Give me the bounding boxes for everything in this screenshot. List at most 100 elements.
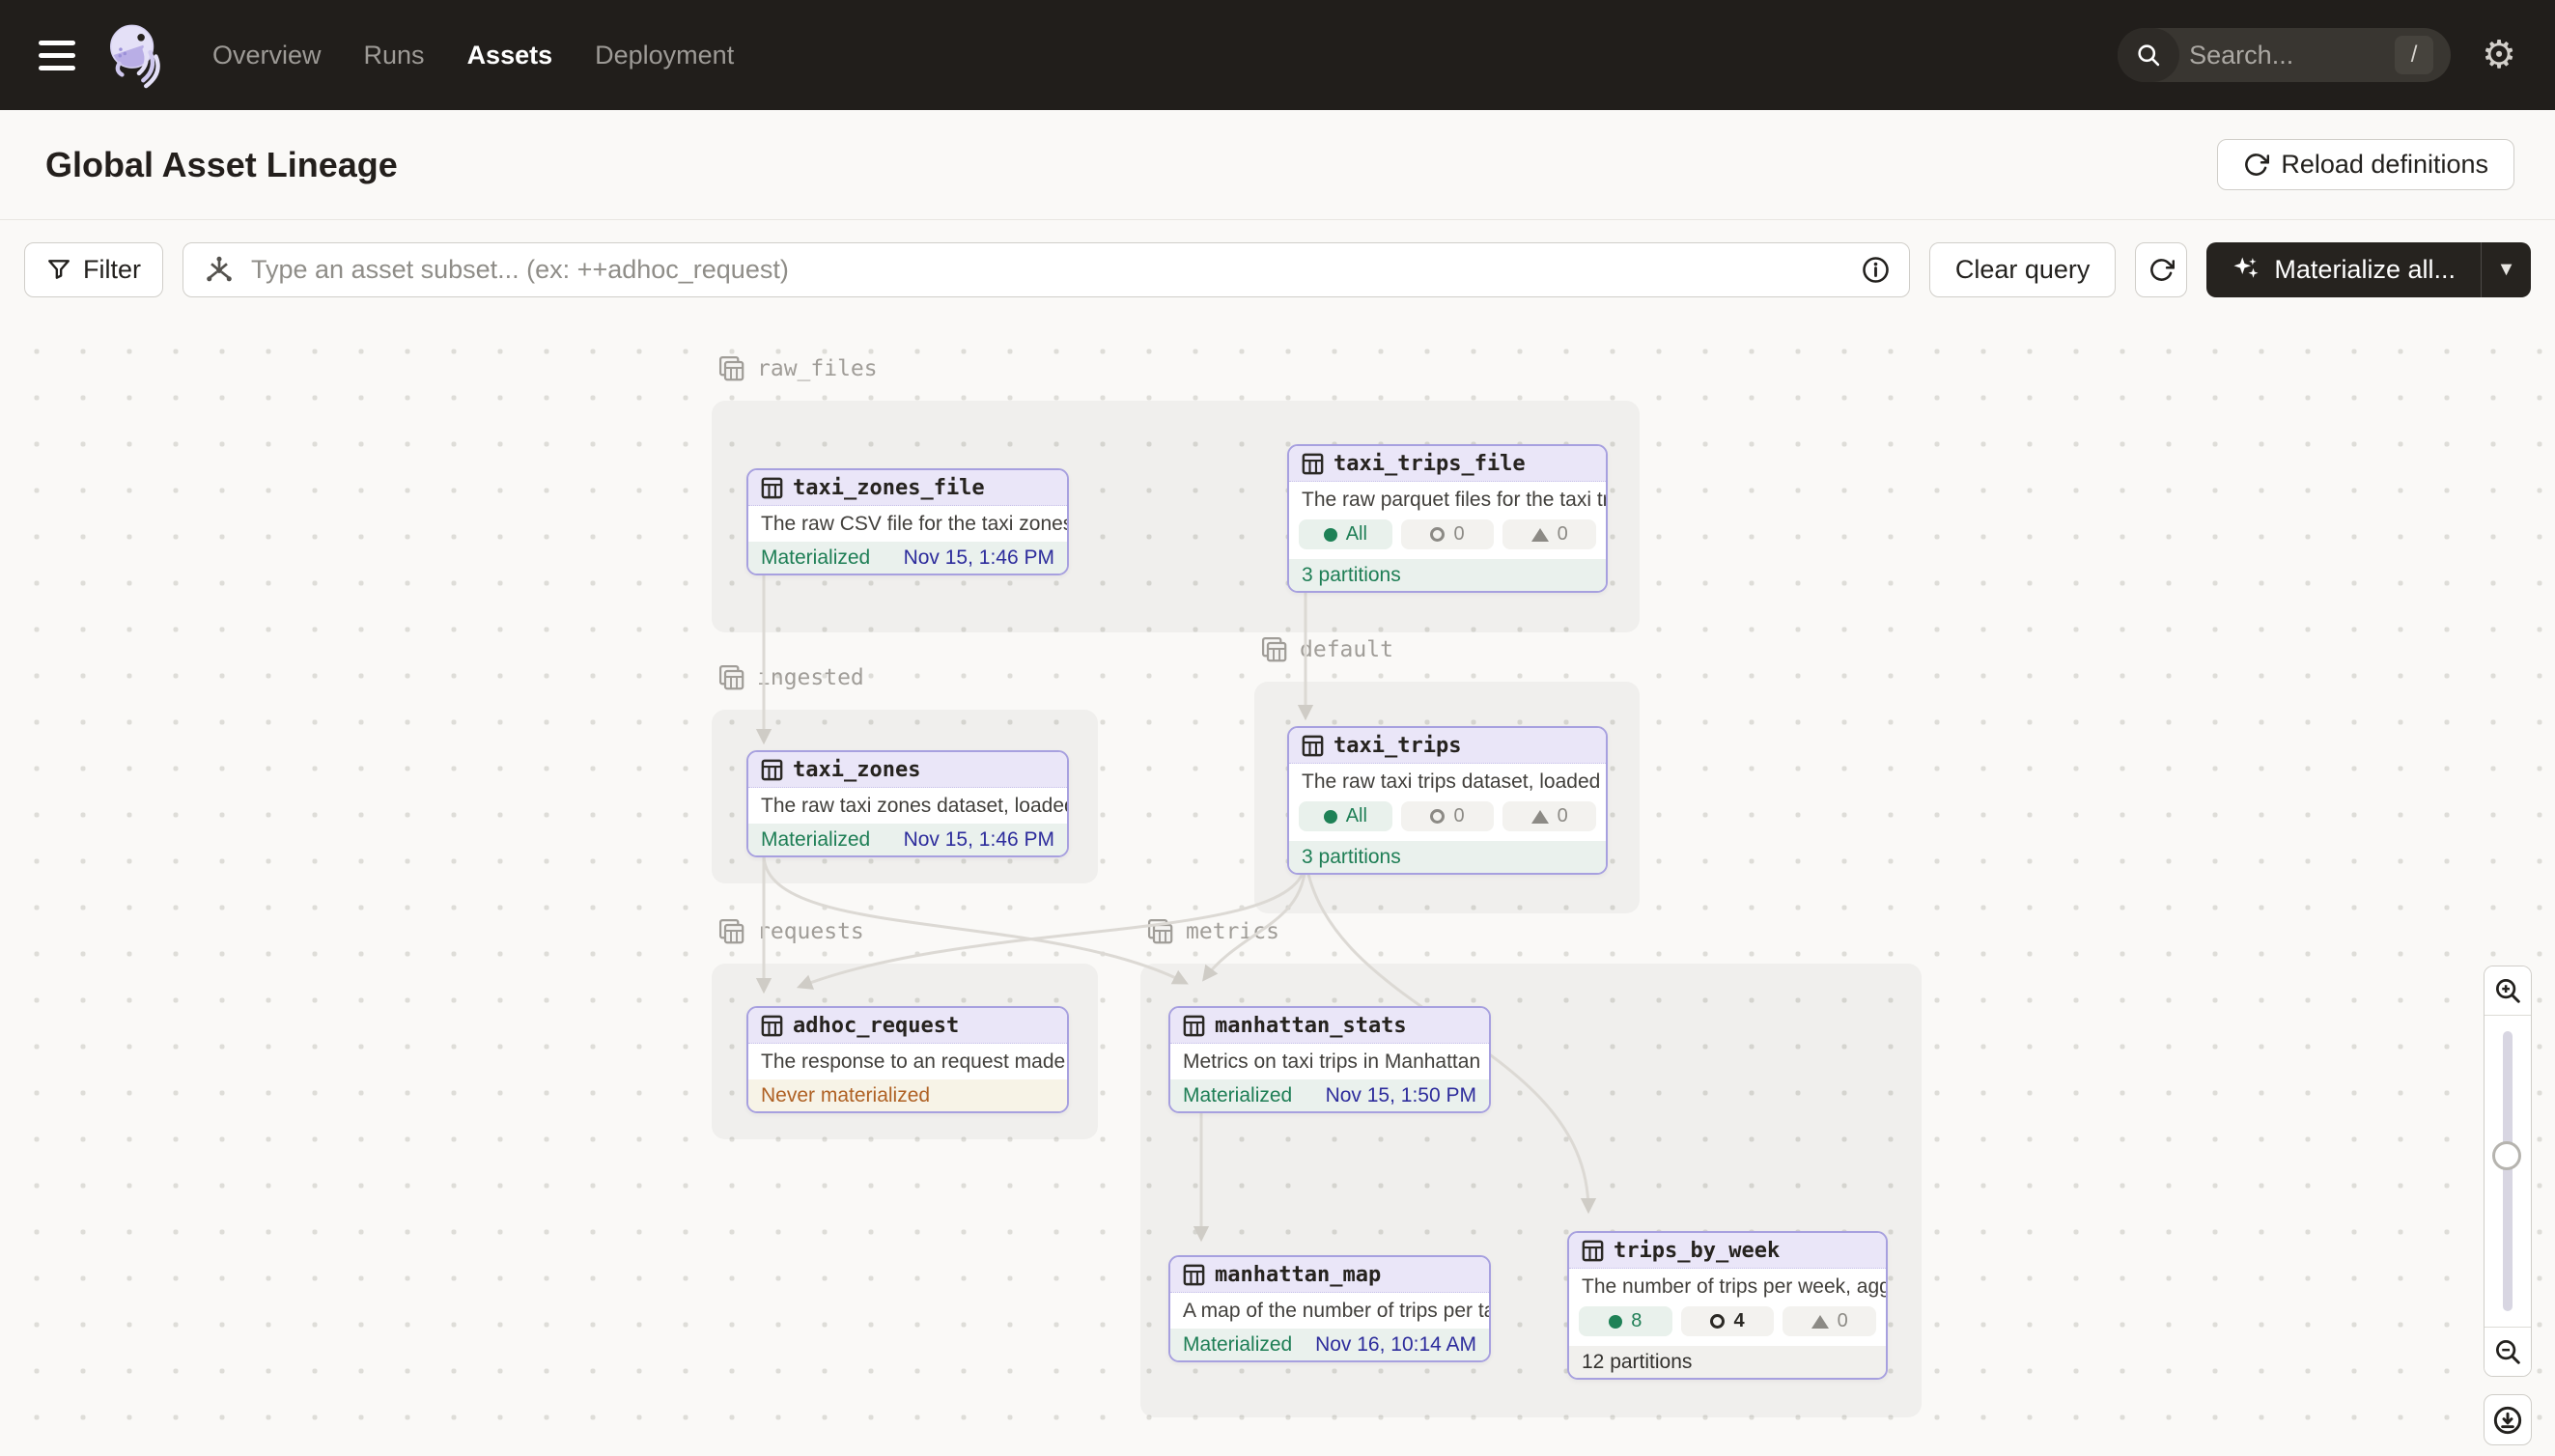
zoom-out-button[interactable] (2485, 1327, 2531, 1376)
asset-partitions-footer: 3 partitions (1289, 841, 1606, 873)
missing-partitions-badge[interactable]: 0 (1783, 1306, 1876, 1336)
reload-icon (2243, 152, 2269, 178)
materialization-timestamp[interactable]: Nov 15, 1:46 PM (904, 828, 1054, 852)
asset-description: Metrics on taxi trips in Manhattan (1170, 1044, 1489, 1079)
materialized-dot-icon (1324, 528, 1337, 542)
search-input[interactable] (2189, 41, 2353, 70)
zoom-slider-track[interactable] (2503, 1031, 2513, 1311)
materialized-partitions-badge[interactable]: All (1299, 519, 1392, 549)
menu-icon[interactable] (39, 33, 77, 78)
asset-description: The raw CSV file for the taxi zones dat.… (748, 506, 1067, 542)
asset-name: trips_by_week (1614, 1239, 1780, 1263)
table-icon (761, 1015, 783, 1037)
nav-item-assets[interactable]: Assets (467, 41, 553, 70)
failed-partitions-badge[interactable]: 4 (1681, 1306, 1775, 1336)
asset-node-header: taxi_zones_file (748, 470, 1067, 506)
failed-ring-icon (1710, 1314, 1725, 1329)
asset-node-adhoc-request[interactable]: adhoc_request The response to an request… (746, 1006, 1069, 1113)
missing-triangle-icon (1811, 1315, 1829, 1329)
failed-ring-icon (1430, 809, 1445, 824)
asset-node-taxi-zones[interactable]: taxi_zones The raw taxi zones dataset, l… (746, 750, 1069, 857)
asset-node-taxi-trips-file[interactable]: taxi_trips_file The raw parquet files fo… (1287, 444, 1608, 593)
materialization-timestamp[interactable]: Nov 16, 10:14 AM (1315, 1333, 1476, 1357)
status-label: Materialized (761, 828, 870, 852)
missing-partitions-badge[interactable]: 0 (1502, 519, 1596, 549)
partitions-count: 3 partitions (1302, 564, 1401, 587)
partition-health-badges: 8 4 0 (1569, 1304, 1886, 1346)
refresh-icon (2148, 257, 2175, 283)
nav-menu: Overview Runs Assets Deployment (212, 41, 734, 70)
missing-triangle-icon (1531, 810, 1549, 824)
missing-triangle-icon (1531, 528, 1549, 542)
failed-partitions-badge[interactable]: 0 (1401, 801, 1495, 831)
table-icon (1183, 1264, 1205, 1286)
asset-name: manhattan_map (1215, 1263, 1381, 1287)
asset-name: taxi_trips (1334, 734, 1461, 758)
materialize-all-button[interactable]: Materialize all... ▼ (2206, 242, 2531, 297)
table-icon (761, 477, 783, 499)
materialized-dot-icon (1324, 810, 1337, 824)
partitions-count: 3 partitions (1302, 846, 1401, 869)
zoom-in-button[interactable] (2485, 966, 2531, 1016)
asset-partitions-footer: 3 partitions (1289, 559, 1606, 591)
asset-description: A map of the number of trips per taxi z.… (1170, 1293, 1489, 1329)
nav-item-deployment[interactable]: Deployment (595, 41, 734, 70)
search-icon (2118, 28, 2179, 82)
dagster-logo-icon[interactable] (102, 21, 170, 89)
asset-status-footer: Materialized Nov 15, 1:50 PM (1170, 1079, 1489, 1111)
reload-definitions-button[interactable]: Reload definitions (2217, 139, 2514, 190)
funnel-icon (46, 257, 71, 282)
clear-query-button[interactable]: Clear query (1929, 242, 2117, 297)
materialization-timestamp[interactable]: Nov 15, 1:46 PM (904, 546, 1054, 570)
asset-partitions-footer: 12 partitions (1569, 1346, 1886, 1378)
asset-status-footer: Materialized Nov 16, 10:14 AM (1170, 1329, 1489, 1360)
asset-node-manhattan-map[interactable]: manhattan_map A map of the number of tri… (1168, 1255, 1491, 1362)
missing-partitions-badge[interactable]: 0 (1502, 801, 1596, 831)
asset-node-header: trips_by_week (1569, 1233, 1886, 1269)
info-icon[interactable] (1861, 255, 1891, 285)
page-title: Global Asset Lineage (45, 145, 398, 185)
table-icon (761, 759, 783, 781)
settings-gear-icon[interactable]: ⚙ (2482, 36, 2516, 74)
status-label: Materialized (761, 546, 870, 570)
asset-node-header: taxi_trips (1289, 728, 1606, 764)
filter-button[interactable]: Filter (24, 242, 163, 297)
asset-node-header: taxi_trips_file (1289, 446, 1606, 482)
refresh-button[interactable] (2135, 242, 2187, 297)
zoom-slider[interactable] (2485, 1016, 2531, 1327)
asset-status-footer: Never materialized (748, 1079, 1067, 1111)
asset-name: taxi_zones (793, 758, 920, 782)
asset-description: The raw taxi trips dataset, loaded into … (1289, 764, 1606, 799)
materialized-partitions-badge[interactable]: 8 (1579, 1306, 1672, 1336)
asset-node-trips-by-week[interactable]: trips_by_week The number of trips per we… (1567, 1231, 1888, 1380)
partition-health-badges: All 0 0 (1289, 799, 1606, 841)
download-image-button[interactable] (2484, 1394, 2532, 1445)
asset-node-taxi-trips[interactable]: taxi_trips The raw taxi trips dataset, l… (1287, 726, 1608, 875)
materialize-dropdown-caret[interactable]: ▼ (2481, 242, 2531, 297)
asset-name: manhattan_stats (1215, 1014, 1407, 1038)
asset-node-header: taxi_zones (748, 752, 1067, 788)
nav-item-overview[interactable]: Overview (212, 41, 322, 70)
nav-item-runs[interactable]: Runs (364, 41, 425, 70)
asset-description: The response to an request made in th... (748, 1044, 1067, 1079)
failed-ring-icon (1430, 527, 1445, 542)
materialized-partitions-badge[interactable]: All (1299, 801, 1392, 831)
status-label: Never materialized (761, 1084, 930, 1107)
materialization-timestamp[interactable]: Nov 15, 1:50 PM (1326, 1084, 1476, 1107)
sparkle-icon (2232, 255, 2260, 284)
lineage-canvas[interactable]: raw_files ingested default requests metr… (0, 319, 2555, 1456)
table-icon (1302, 453, 1324, 475)
search-box[interactable]: / (2118, 28, 2451, 82)
asset-description: The raw taxi zones dataset, loaded int..… (748, 788, 1067, 824)
asset-node-header: manhattan_stats (1170, 1008, 1489, 1044)
zoom-slider-thumb[interactable] (2492, 1141, 2521, 1170)
status-label: Materialized (1183, 1333, 1292, 1357)
asset-node-taxi-zones-file[interactable]: taxi_zones_file The raw CSV file for the… (746, 468, 1069, 575)
asset-subset-input[interactable] (182, 242, 1910, 297)
asset-node-manhattan-stats[interactable]: manhattan_stats Metrics on taxi trips in… (1168, 1006, 1491, 1113)
asset-name: taxi_trips_file (1334, 452, 1526, 476)
asset-name: adhoc_request (793, 1014, 959, 1038)
failed-partitions-badge[interactable]: 0 (1401, 519, 1495, 549)
search-shortcut-badge: / (2395, 36, 2433, 74)
zoom-out-icon (2493, 1337, 2522, 1366)
